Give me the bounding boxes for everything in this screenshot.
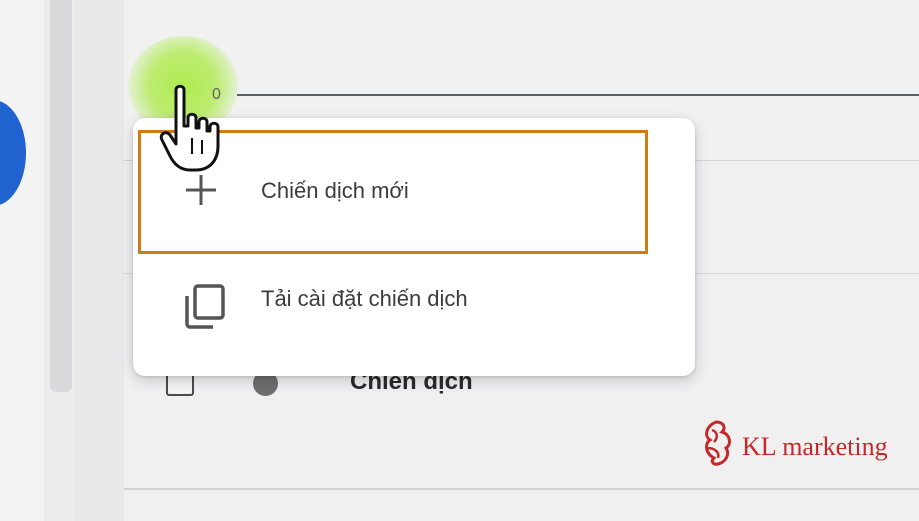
menu-item-load-campaign-settings[interactable]: Tải cài đặt chiến dịch (133, 256, 695, 348)
copy-icon (183, 284, 227, 335)
brand-name: KL marketing (742, 432, 888, 461)
phoenix-logo-icon (696, 418, 740, 471)
toolbar-divider-line (237, 94, 919, 96)
left-rail (0, 0, 44, 521)
menu-item-label: Tải cài đặt chiến dịch (261, 286, 468, 311)
rail-scrollbar[interactable] (50, 0, 72, 392)
row-divider (124, 488, 919, 490)
hand-pointer-icon (152, 82, 232, 178)
